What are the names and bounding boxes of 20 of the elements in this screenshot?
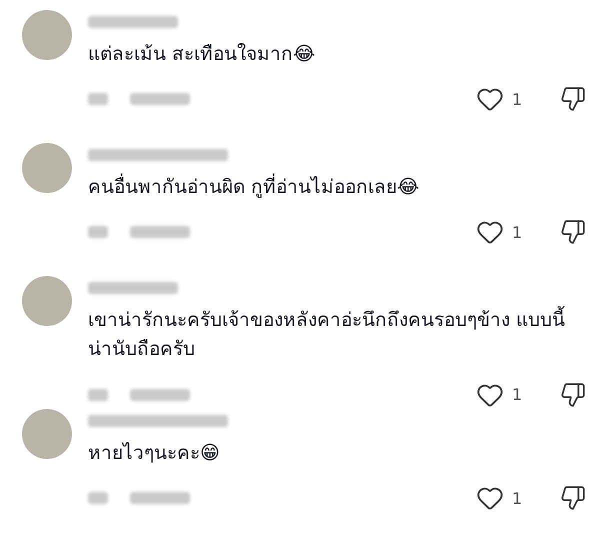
blurred-time [88,93,108,106]
comment-text: แต่ละเม้น สะเทือนใจมาก😂 [88,42,316,67]
like-count: 1 [512,488,522,508]
blurred-reply [130,93,190,106]
like-count: 1 [512,385,522,404]
comment-text: คนอื่นพากันอ่านผิด กูที่อ่านไม่ออกเลย😂 [88,173,586,202]
blurred-time [88,492,108,504]
blurred-reply [130,226,190,238]
dislike-icon[interactable] [560,382,586,408]
blurred-reply [130,492,190,504]
like-count: 1 [512,90,522,109]
blurred-time [88,226,108,238]
dislike-icon[interactable] [560,485,586,512]
dislike-icon[interactable] [560,86,586,112]
blurred-time [88,388,108,401]
comment-text: เขาน่ารักนะครับเจ้าของหลังคาอ่ะนึกถึงคนรอบๆข้าง แบบนี้น่านับถือครับ [88,306,586,365]
like-count: 1 [512,222,522,242]
dislike-icon[interactable] [560,219,586,246]
blurred-reply [130,388,190,401]
comment-text: หายไวๆนะคะ😁 [88,441,221,466]
